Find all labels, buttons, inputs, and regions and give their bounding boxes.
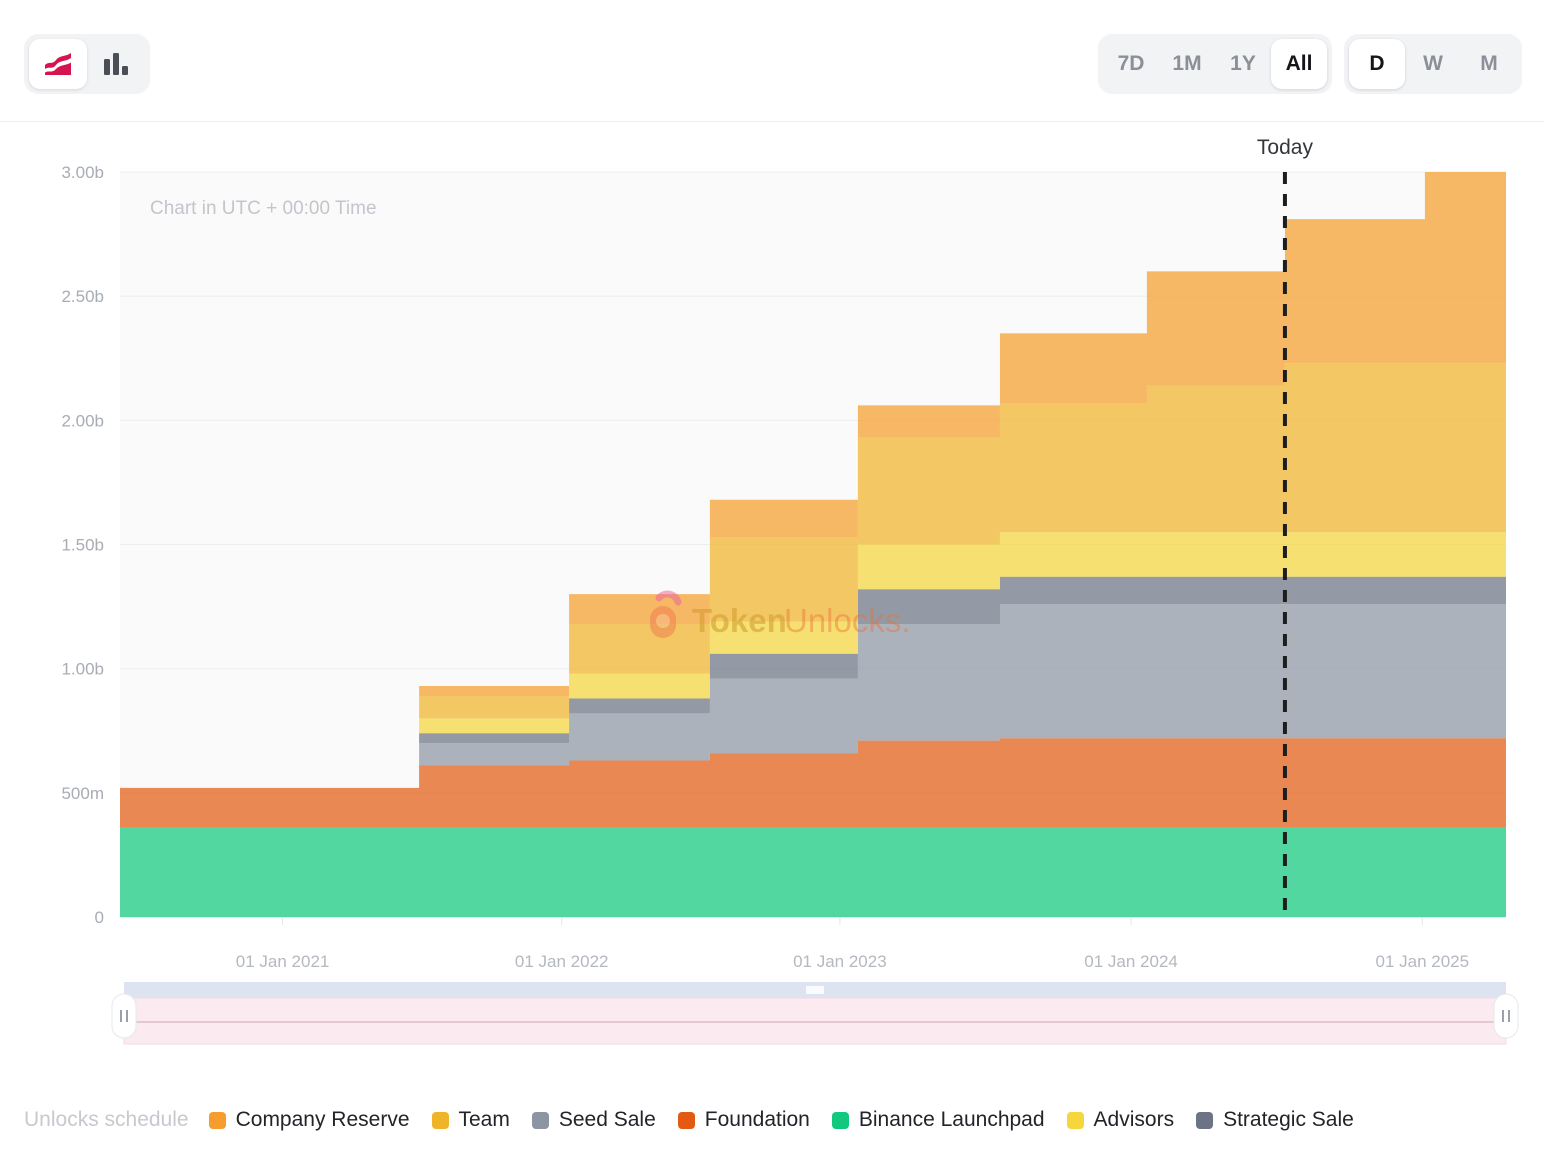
time-range-selector: 7D 1M 1Y All bbox=[1098, 34, 1332, 94]
chart-toolbar: 7D 1M 1Y All D W M bbox=[0, 0, 1544, 122]
watermark-token: Token bbox=[692, 602, 787, 639]
range-slider[interactable] bbox=[112, 982, 1518, 1044]
unlocks-area-chart[interactable]: 0 500m 1.00b 1.50b 2.00b 2.50b 3.00b Today Tok… bbox=[0, 122, 1544, 1072]
legend-label: Seed Sale bbox=[559, 1108, 656, 1132]
brush-drag-grip[interactable] bbox=[806, 986, 824, 994]
utc-note: Chart in UTC + 00:00 Time bbox=[150, 198, 377, 219]
brush-selection[interactable] bbox=[124, 998, 1506, 1044]
legend-swatch bbox=[1067, 1112, 1084, 1129]
brush-handle-left[interactable] bbox=[112, 994, 136, 1038]
legend-label: Company Reserve bbox=[236, 1108, 410, 1132]
interval-btn-w[interactable]: W bbox=[1405, 39, 1461, 89]
legend-label: Team bbox=[459, 1108, 510, 1132]
x-tick-label: 01 Jan 2022 bbox=[515, 952, 609, 971]
interval-selector: D W M bbox=[1344, 34, 1522, 94]
range-btn-all[interactable]: All bbox=[1271, 39, 1327, 89]
x-tick-label: 01 Jan 2025 bbox=[1375, 952, 1469, 971]
y-tick-label: 500m bbox=[61, 784, 104, 803]
y-tick-label: 1.50b bbox=[61, 536, 104, 555]
legend-item-seed-sale[interactable]: Seed Sale bbox=[532, 1108, 656, 1132]
legend-label: Foundation bbox=[705, 1108, 810, 1132]
legend-swatch bbox=[209, 1112, 226, 1129]
legend-label: Strategic Sale bbox=[1223, 1108, 1354, 1132]
legend-item-foundation[interactable]: Foundation bbox=[678, 1108, 810, 1132]
x-tick-label: 01 Jan 2024 bbox=[1084, 952, 1178, 971]
area-chart-toggle[interactable] bbox=[29, 39, 87, 89]
brush-handle-right[interactable] bbox=[1494, 994, 1518, 1038]
watermark-unlocks: Unlocks. bbox=[784, 602, 911, 639]
range-btn-1y[interactable]: 1Y bbox=[1215, 39, 1271, 89]
range-btn-7d[interactable]: 7D bbox=[1103, 39, 1159, 89]
chart-canvas[interactable]: 0 500m 1.00b 1.50b 2.00b 2.50b 3.00b Today Tok… bbox=[0, 122, 1544, 1072]
y-tick-label: 3.00b bbox=[61, 163, 104, 182]
legend-item-company-reserve[interactable]: Company Reserve bbox=[209, 1108, 410, 1132]
chart-type-toggle-group bbox=[24, 34, 150, 94]
chart-legend: Unlocks schedule Company Reserve Team Seed… bbox=[24, 1108, 1524, 1132]
legend-swatch bbox=[532, 1112, 549, 1129]
bar-chart-icon bbox=[102, 51, 130, 77]
x-tick-label: 01 Jan 2023 bbox=[793, 952, 887, 971]
legend-item-strategic-sale[interactable]: Strategic Sale bbox=[1196, 1108, 1354, 1132]
x-tick-label: 01 Jan 2021 bbox=[236, 952, 330, 971]
interval-btn-m[interactable]: M bbox=[1461, 39, 1517, 89]
token-unlocks-chart-page: { "header": { "chart_types": [ { "name":… bbox=[0, 0, 1544, 1150]
y-tick-label: 1.00b bbox=[61, 660, 104, 679]
range-btn-1m[interactable]: 1M bbox=[1159, 39, 1215, 89]
legend-label: Advisors bbox=[1094, 1108, 1175, 1132]
legend-swatch bbox=[678, 1112, 695, 1129]
legend-swatch bbox=[432, 1112, 449, 1129]
legend-label: Binance Launchpad bbox=[859, 1108, 1045, 1132]
legend-item-team[interactable]: Team bbox=[432, 1108, 510, 1132]
y-tick-label: 0 bbox=[95, 908, 104, 927]
legend-item-binance-launchpad[interactable]: Binance Launchpad bbox=[832, 1108, 1045, 1132]
legend-item-advisors[interactable]: Advisors bbox=[1067, 1108, 1175, 1132]
area-series-binance-launchpad[interactable] bbox=[120, 828, 1506, 917]
today-label: Today bbox=[1257, 136, 1314, 159]
bar-chart-toggle[interactable] bbox=[87, 39, 145, 89]
y-tick-label: 2.50b bbox=[61, 287, 104, 306]
legend-title: Unlocks schedule bbox=[24, 1108, 189, 1132]
interval-btn-d[interactable]: D bbox=[1349, 39, 1405, 89]
area-chart-icon bbox=[43, 51, 73, 77]
legend-swatch bbox=[1196, 1112, 1213, 1129]
legend-swatch bbox=[832, 1112, 849, 1129]
y-tick-label: 2.00b bbox=[61, 411, 104, 430]
